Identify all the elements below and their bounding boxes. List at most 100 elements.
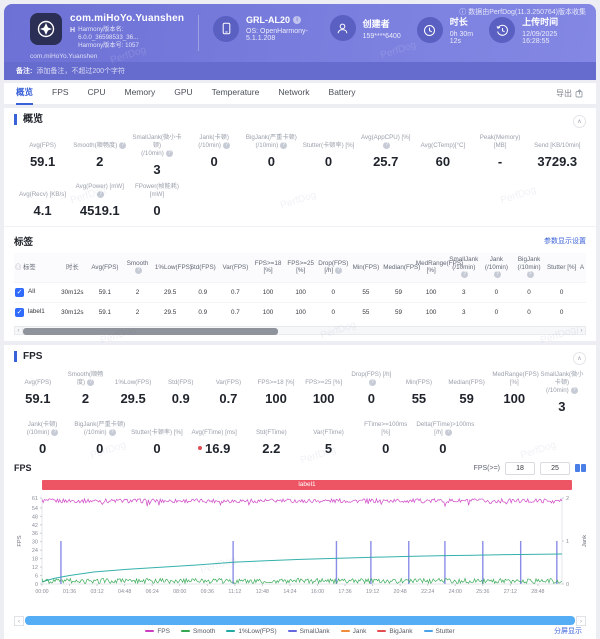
scroll-right-icon[interactable]: › xyxy=(577,326,586,335)
visibility-icon[interactable]: ◎ xyxy=(15,264,21,271)
chart-scroll-right-icon[interactable]: › xyxy=(576,616,586,626)
overview-card: 概览 ∧ Avg(FPS)59.1Smooth(顺畅度)?2SmallJank(… xyxy=(4,108,596,341)
column-header-6: Var(FPS) xyxy=(219,253,252,282)
svg-text:14:24: 14:24 xyxy=(283,589,296,595)
stat-avg-ftime-ms-: Avg(FTime) [ms]16.9 xyxy=(186,421,243,456)
column-header-7: FPS>=18 [%] xyxy=(252,253,285,282)
device-info-icon[interactable]: i xyxy=(293,16,301,24)
svg-text:12: 12 xyxy=(32,565,38,571)
chart-horizontal-scrollbar[interactable]: ‹ › xyxy=(14,616,586,626)
svg-text:61: 61 xyxy=(32,496,38,502)
svg-text:19:12: 19:12 xyxy=(366,589,379,595)
table-horizontal-scrollbar[interactable]: ‹ › xyxy=(14,326,586,335)
overview-title: 概览 xyxy=(14,114,586,125)
section-divider xyxy=(4,226,596,227)
legend-item-1%low-fps-[interactable]: 1%Low(FPS) xyxy=(226,628,276,635)
info-icon[interactable]: ? xyxy=(223,142,230,149)
stat-median-fps-: Median(FPS)59 xyxy=(443,371,491,414)
upload-time-value: 12/09/2025 16:28:55 xyxy=(522,31,568,45)
svg-text:04:48: 04:48 xyxy=(118,589,131,595)
fps-line-chart[interactable]: 0612182430364248546101200:0001:3603:1204… xyxy=(14,492,594,608)
info-icon[interactable]: ? xyxy=(280,142,287,149)
info-icon[interactable]: ? xyxy=(119,142,126,149)
row-checkbox[interactable]: ✓ xyxy=(15,288,24,297)
info-icon[interactable]: ? xyxy=(527,271,534,278)
info-icon[interactable]: ? xyxy=(109,429,116,436)
legend-item-bigjank[interactable]: BigJank xyxy=(377,628,412,635)
parameter-display-settings-link[interactable]: 参数显示设置 xyxy=(544,236,586,246)
stat-fps>=25-%-: FPS>=25 [%]100 xyxy=(300,371,348,414)
tab-network[interactable]: Network xyxy=(278,82,309,105)
stat-smalljank-: SmallJank(微小卡顿)(/10min)?3 xyxy=(128,134,185,177)
row-checkbox[interactable]: ✓ xyxy=(15,308,24,317)
svg-text:03:12: 03:12 xyxy=(90,589,103,595)
info-icon[interactable]: ? xyxy=(383,142,390,149)
labels-table-wrap: ◎ 标签时长Avg(FPS)Smooth?1%Low(FPS)Std(FPS)V… xyxy=(14,248,586,322)
header-divider xyxy=(198,15,199,51)
stat-std-ftime-: Std(FTime)2.2 xyxy=(243,421,300,456)
export-button[interactable]: 导出 xyxy=(556,88,584,99)
stat-avg-ctemp-c-: Avg(CTemp)[°C]60 xyxy=(414,134,471,177)
fps-collapse-button[interactable]: ∧ xyxy=(573,352,586,365)
svg-text:06:24: 06:24 xyxy=(146,589,159,595)
svg-text:20:48: 20:48 xyxy=(394,589,407,595)
tab-memory[interactable]: Memory xyxy=(125,82,156,105)
chart-display-toggle-icon[interactable] xyxy=(575,464,586,472)
info-icon[interactable]: ? xyxy=(445,429,452,436)
report-header: ⓘ 数据由PerfDog(11.3.250764)版本收集 com.miHoYo… xyxy=(4,4,596,62)
svg-text:28:48: 28:48 xyxy=(531,589,544,595)
legend-item-jank[interactable]: Jank xyxy=(341,628,367,635)
svg-text:11:12: 11:12 xyxy=(228,589,241,595)
legend-item-smalljank[interactable]: SmallJank xyxy=(288,628,330,635)
tab-temperature[interactable]: Temperature xyxy=(212,82,260,105)
info-icon[interactable]: ? xyxy=(335,267,342,274)
scrollbar-thumb[interactable] xyxy=(23,328,278,335)
alert-dot xyxy=(198,446,202,450)
chart-scrollbar-thumb[interactable] xyxy=(25,616,575,625)
remark-label: 备注: xyxy=(16,68,32,75)
info-icon[interactable]: ? xyxy=(87,379,94,386)
info-icon[interactable]: ? xyxy=(369,379,376,386)
scroll-left-icon[interactable]: ‹ xyxy=(14,326,23,335)
fps-card: FPS ∧ Avg(FPS)59.1Smooth(顺畅度)?21%Low(FPS… xyxy=(4,345,596,639)
remark-bar[interactable]: 备注: 添加备注，不超过200个字符 xyxy=(4,62,596,80)
stat-bigjank-: BigJank(严重卡顿)(/10min)?0 xyxy=(71,421,128,456)
info-icon[interactable]: ? xyxy=(461,271,468,278)
svg-text:16:00: 16:00 xyxy=(311,589,324,595)
tab-battery[interactable]: Battery xyxy=(329,82,356,105)
stat-delta-ftime->100ms-h-: Delta(FTime)>100ms [/h]?0 xyxy=(414,421,471,456)
fps-threshold-input-2[interactable] xyxy=(540,462,570,475)
table-row-all: ✓All30m12s59.1229.50.90.7100100055591003… xyxy=(14,282,586,302)
info-icon[interactable]: ? xyxy=(494,271,501,278)
svg-text:17:36: 17:36 xyxy=(338,589,351,595)
remark-placeholder: 添加备注，不超过200个字符 xyxy=(36,68,125,75)
svg-text:2: 2 xyxy=(566,496,569,502)
svg-text:00:00: 00:00 xyxy=(35,589,48,595)
stat-avg-fps-: Avg(FPS)59.1 xyxy=(14,134,71,177)
svg-text:08:00: 08:00 xyxy=(173,589,186,595)
fps-stats-row1: Avg(FPS)59.1Smooth(顺畅度)?21%Low(FPS)29.5S… xyxy=(14,371,586,414)
fps-stats-row2: Jank(卡顿)(/10min)?0BigJank(严重卡顿)(/10min)?… xyxy=(14,421,586,456)
info-icon[interactable]: ? xyxy=(166,150,173,157)
legend-item-stutter[interactable]: Stutter xyxy=(424,628,455,635)
chart-scroll-left-icon[interactable]: ‹ xyxy=(14,616,24,626)
scrollbar-track[interactable] xyxy=(23,326,577,335)
tab-cpu[interactable]: CPU xyxy=(88,82,106,105)
overview-collapse-button[interactable]: ∧ xyxy=(573,115,586,128)
info-icon[interactable]: ? xyxy=(571,387,578,394)
info-icon[interactable]: ? xyxy=(97,191,104,198)
svg-text:18: 18 xyxy=(32,556,38,562)
tab-概览[interactable]: 概览 xyxy=(16,82,33,105)
stat-jank-: Jank(卡顿)(/10min)?0 xyxy=(14,421,71,456)
split-screen-link[interactable]: 分屏显示 xyxy=(554,626,582,636)
tab-gpu[interactable]: GPU xyxy=(174,82,192,105)
label1-band[interactable]: label1 xyxy=(42,480,572,490)
fps-threshold-input-1[interactable] xyxy=(505,462,535,475)
info-icon[interactable]: ? xyxy=(135,267,142,274)
legend-item-fps[interactable]: FPS xyxy=(145,628,170,635)
tab-fps[interactable]: FPS xyxy=(52,82,69,105)
legend-item-smooth[interactable]: Smooth xyxy=(181,628,215,635)
info-icon[interactable]: ? xyxy=(51,429,58,436)
column-header-1: 时长 xyxy=(56,253,89,282)
stat-stutter-%-: Stutter(卡顿率) [%]0 xyxy=(300,134,357,177)
